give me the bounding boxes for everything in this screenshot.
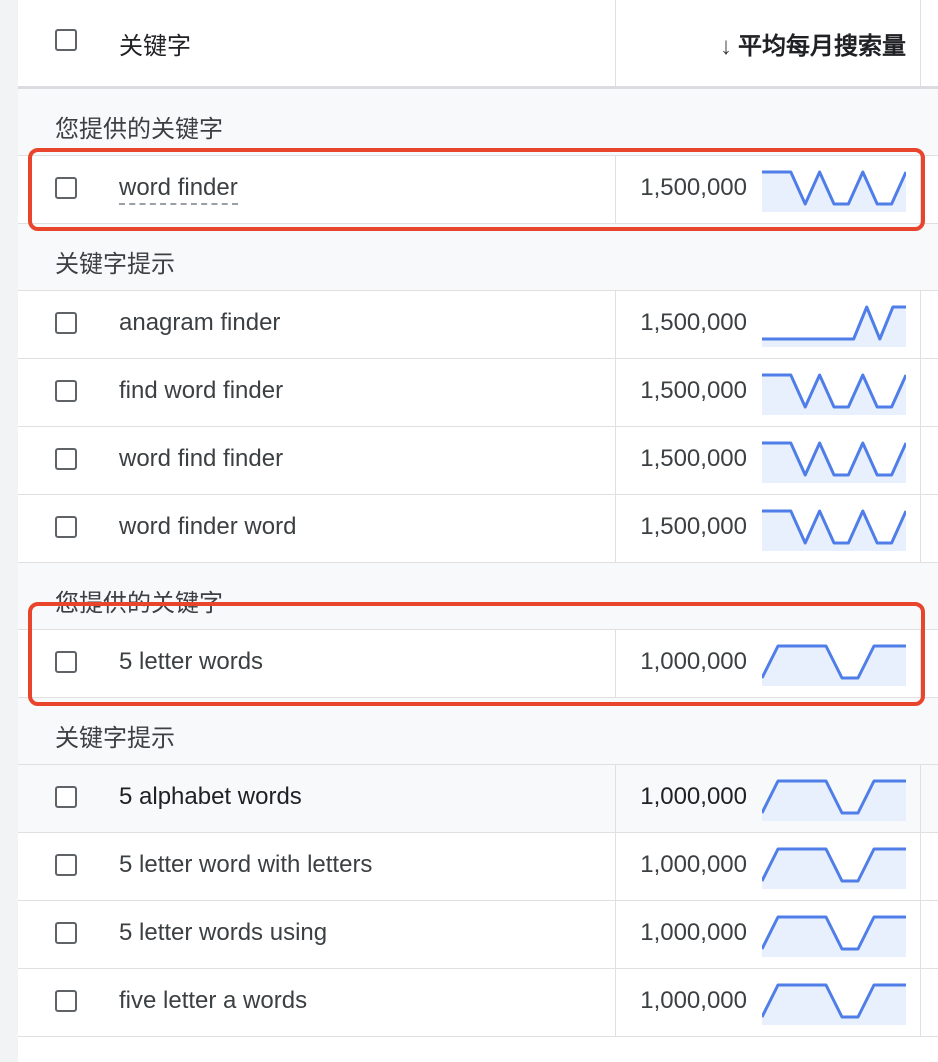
table-row[interactable]: five letter a words 1,000,000 [18,969,938,1037]
row-checkbox[interactable] [55,854,77,876]
highlight-box [28,148,925,231]
column-divider [615,359,616,426]
row-checkbox[interactable] [55,922,77,944]
sparkline-area [762,443,906,483]
search-volume: 1,500,000 [640,445,747,472]
keyword-text[interactable]: 5 letter word with letters [119,851,372,879]
column-divider-right [920,833,921,900]
sparkline-area [762,781,906,821]
select-all-checkbox[interactable] [55,29,77,51]
row-checkbox[interactable] [55,786,77,808]
trend-sparkline[interactable] [762,505,906,551]
column-divider-right [920,495,921,562]
arrow-down-icon: ↓ [720,33,732,60]
trend-sparkline[interactable] [762,979,906,1025]
table-row[interactable]: find word finder 1,500,000 [18,359,938,427]
trend-sparkline[interactable] [762,437,906,483]
row-checkbox[interactable] [55,448,77,470]
row-checkbox[interactable] [55,380,77,402]
column-divider [615,291,616,358]
table-row[interactable]: 5 alphabet words 1,000,000 [18,765,938,833]
column-divider-right [920,427,921,494]
sparkline-area [762,985,906,1025]
trend-sparkline[interactable] [762,911,906,957]
volume-column-header[interactable]: ↓ 平均每月搜索量 [720,26,906,61]
column-divider-right [920,765,921,832]
search-volume: 1,000,000 [640,783,747,810]
keyword-text[interactable]: 5 alphabet words [119,783,302,811]
keyword-column-header[interactable]: 关键字 [119,26,191,61]
sparkline-area [762,511,906,551]
search-volume: 1,000,000 [640,851,747,878]
column-divider-right [920,969,921,1036]
section-header: 关键字提示 [18,698,938,765]
section-label: 关键字提示 [55,725,175,752]
sparkline-area [762,375,906,415]
search-volume: 1,000,000 [640,987,747,1014]
table-header: 关键字 ↓ 平均每月搜索量 [18,0,938,89]
column-divider-right [920,291,921,358]
table-row[interactable]: 5 letter words using 1,000,000 [18,901,938,969]
search-volume: 1,500,000 [640,377,747,404]
keyword-text[interactable]: find word finder [119,377,283,405]
left-gutter [0,0,18,1062]
table-row[interactable]: anagram finder 1,500,000 [18,291,938,359]
section-label: 关键字提示 [55,251,175,278]
keyword-text[interactable]: anagram finder [119,309,280,337]
column-divider [615,901,616,968]
row-checkbox[interactable] [55,312,77,334]
row-checkbox[interactable] [55,990,77,1012]
sparkline-area [762,849,906,889]
column-divider [615,765,616,832]
column-divider-right [920,359,921,426]
search-volume: 1,500,000 [640,513,747,540]
column-divider [615,833,616,900]
keyword-text[interactable]: 5 letter words using [119,919,327,947]
keyword-text[interactable]: word find finder [119,445,283,473]
row-checkbox[interactable] [55,516,77,538]
section-label: 您提供的关键字 [55,116,223,143]
column-divider [615,0,616,86]
column-divider [615,495,616,562]
column-divider-right [920,0,921,86]
table-row[interactable]: 5 letter word with letters 1,000,000 [18,833,938,901]
table-row[interactable]: word finder word 1,500,000 [18,495,938,563]
table-row[interactable]: word find finder 1,500,000 [18,427,938,495]
section-header: 您提供的关键字 [18,89,938,156]
keyword-text[interactable]: five letter a words [119,987,307,1015]
column-divider [615,969,616,1036]
column-divider [615,427,616,494]
search-volume: 1,000,000 [640,919,747,946]
search-volume: 1,500,000 [640,309,747,336]
volume-column-label: 平均每月搜索量 [738,33,906,60]
trend-sparkline[interactable] [762,775,906,821]
sparkline-area [762,917,906,957]
trend-sparkline[interactable] [762,843,906,889]
column-divider-right [920,901,921,968]
keyword-text[interactable]: word finder word [119,513,296,541]
section-header: 关键字提示 [18,224,938,291]
highlight-box [28,602,925,706]
trend-sparkline[interactable] [762,369,906,415]
trend-sparkline[interactable] [762,301,906,347]
